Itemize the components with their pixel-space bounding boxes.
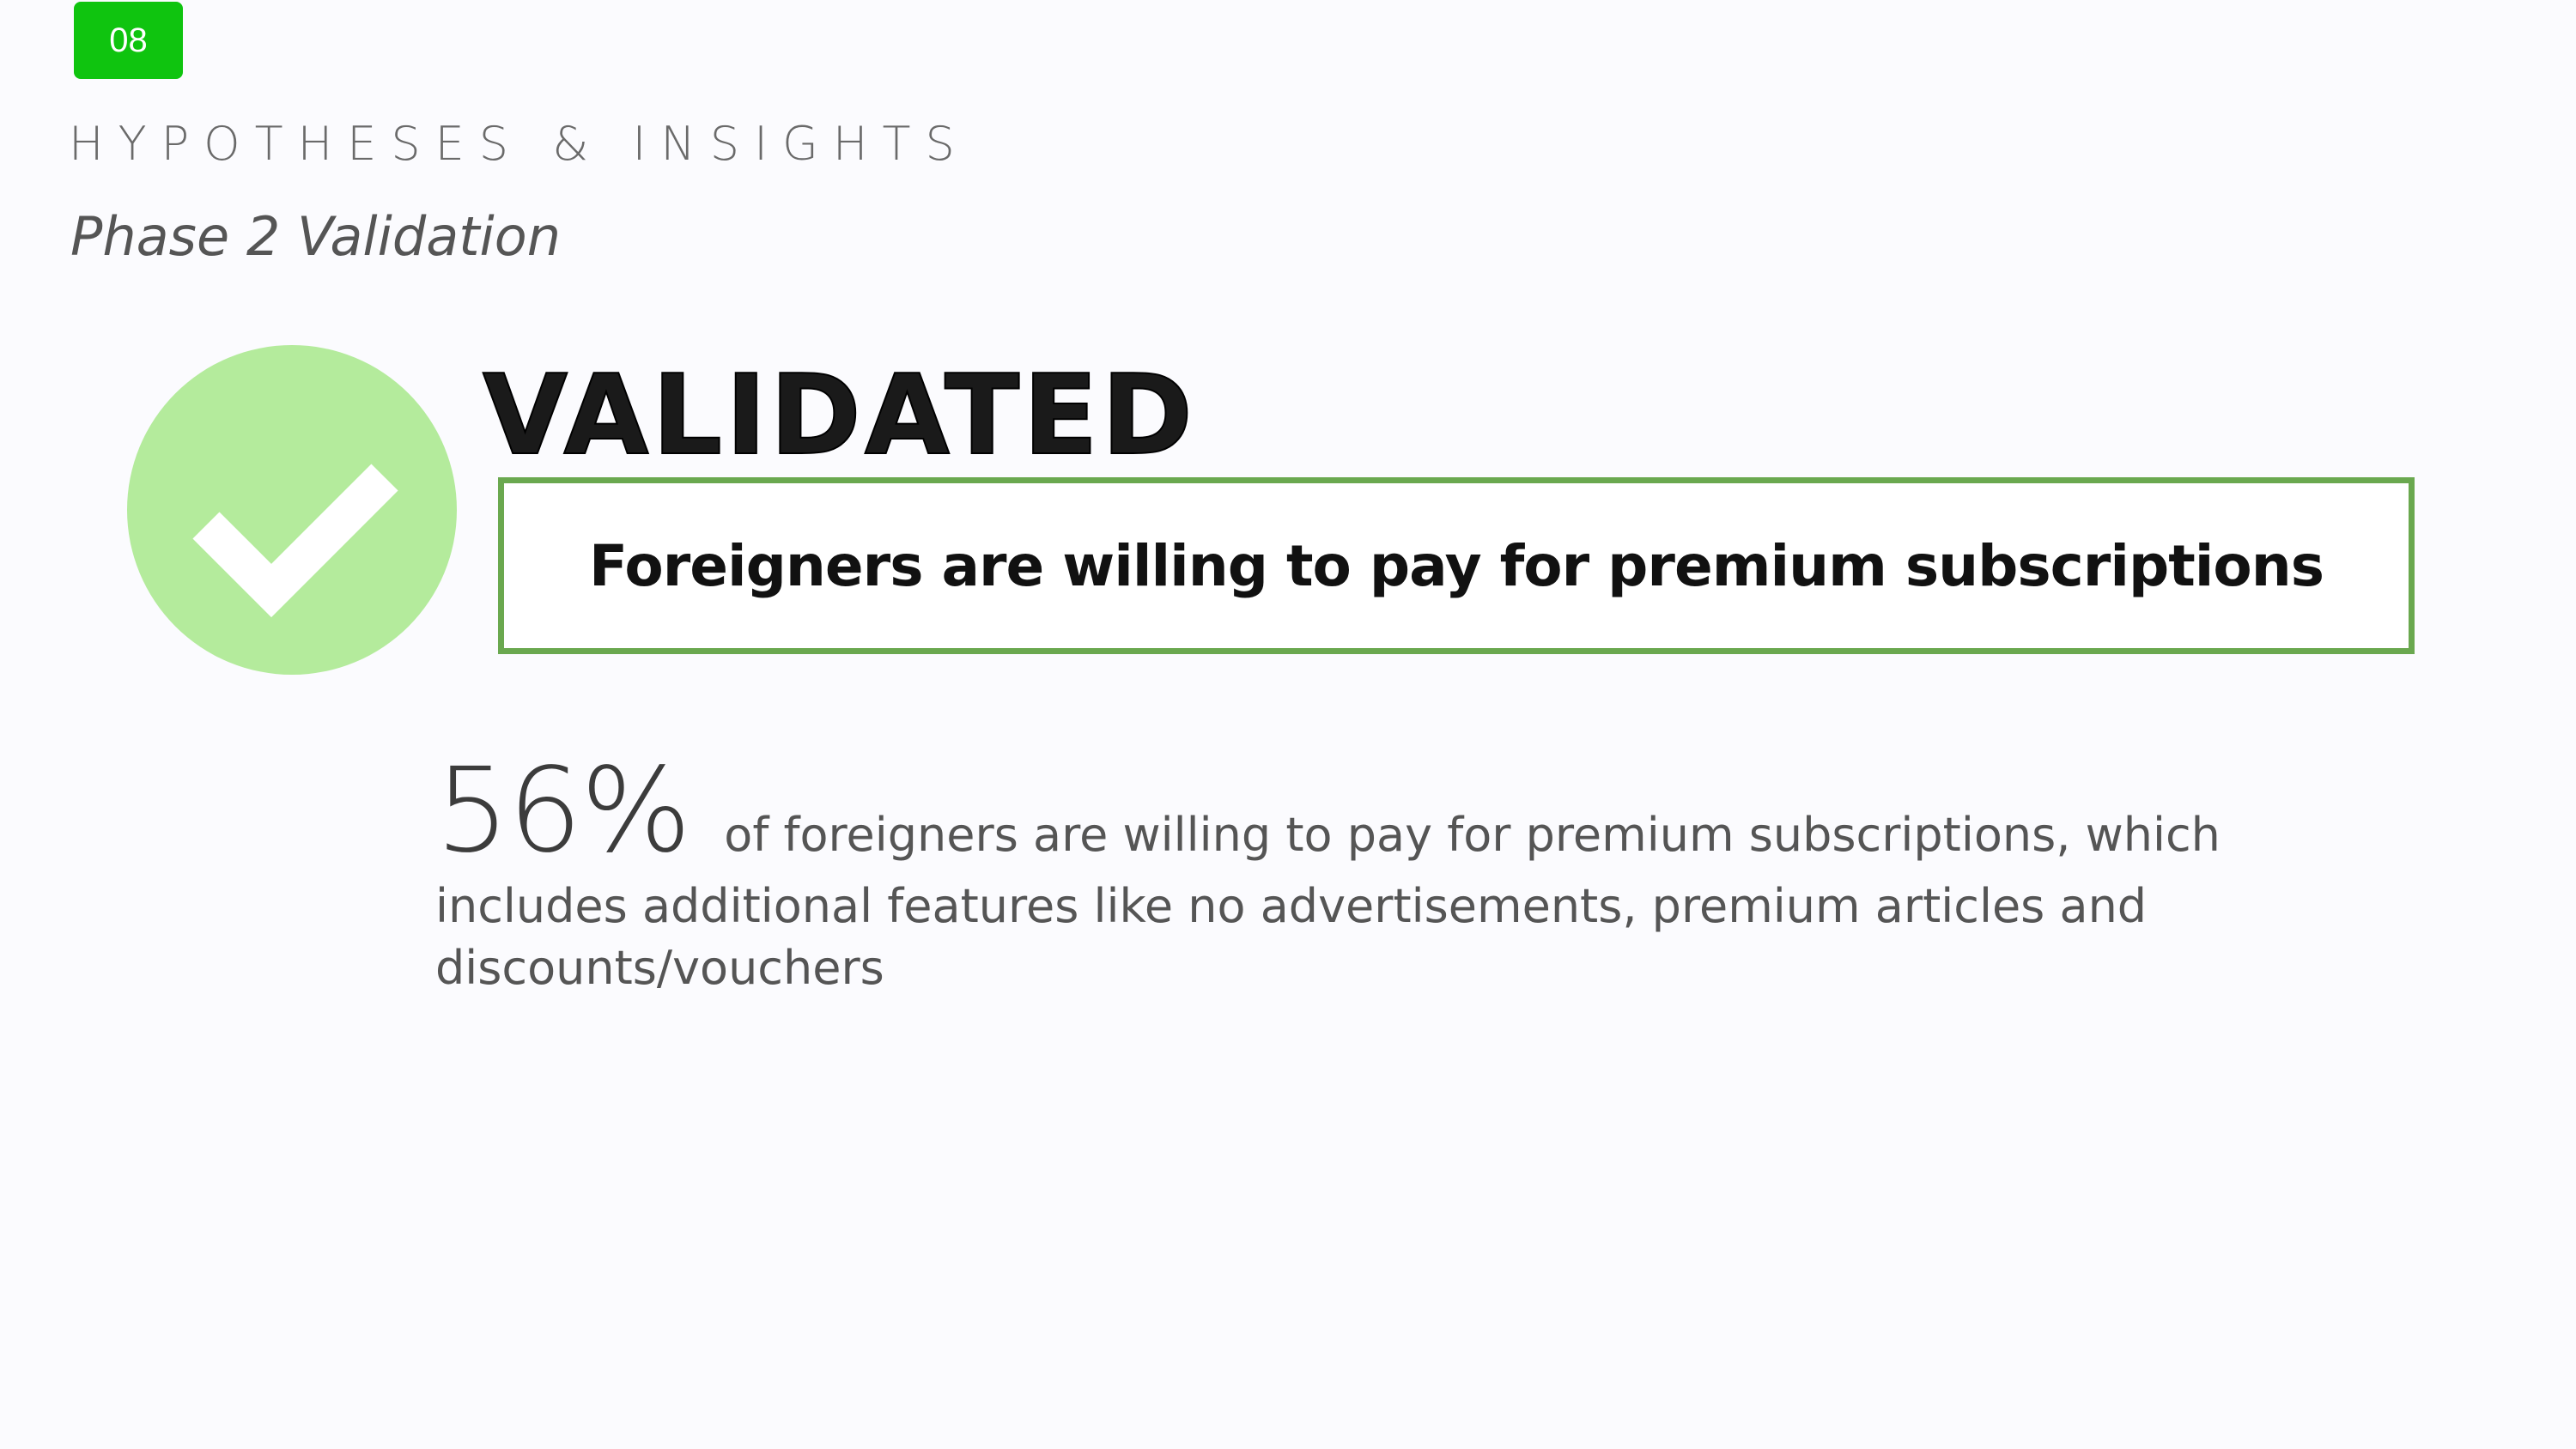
page-subtitle: Phase 2 Validation bbox=[70, 205, 561, 268]
checkmark-icon bbox=[192, 464, 398, 618]
section-title: HYPOTHESES & INSIGHTS bbox=[69, 117, 969, 171]
finding-text-first-line: of foreigners are willing to pay for pre… bbox=[724, 808, 2221, 862]
hypothesis-text: Foreigners are willing to pay for premiu… bbox=[588, 532, 2324, 599]
finding-block: 56% of foreigners are willing to pay for… bbox=[435, 747, 2264, 999]
hypothesis-box: Foreigners are willing to pay for premiu… bbox=[498, 477, 2415, 654]
finding-text-rest: includes additional features like no adv… bbox=[435, 879, 2148, 995]
finding-stat-value: 56% bbox=[435, 743, 691, 879]
status-label: VALIDATED bbox=[482, 351, 1196, 481]
finding-first-line: 56% of foreigners are willing to pay for… bbox=[435, 747, 2264, 876]
check-circle-icon bbox=[127, 345, 457, 675]
slide-number-badge: 08 bbox=[74, 2, 183, 79]
